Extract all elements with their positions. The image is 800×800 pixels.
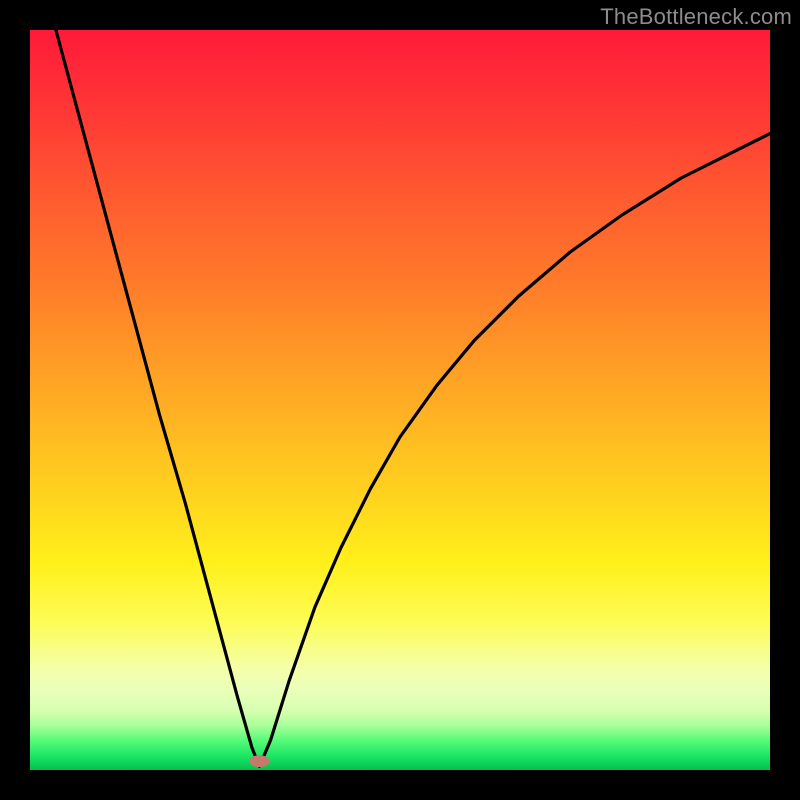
bottleneck-curve-line	[30, 30, 770, 766]
minimum-marker	[249, 755, 269, 767]
chart-frame: TheBottleneck.com	[0, 0, 800, 800]
watermark-text: TheBottleneck.com	[600, 4, 792, 30]
plot-area	[30, 30, 770, 770]
chart-svg	[30, 30, 770, 770]
